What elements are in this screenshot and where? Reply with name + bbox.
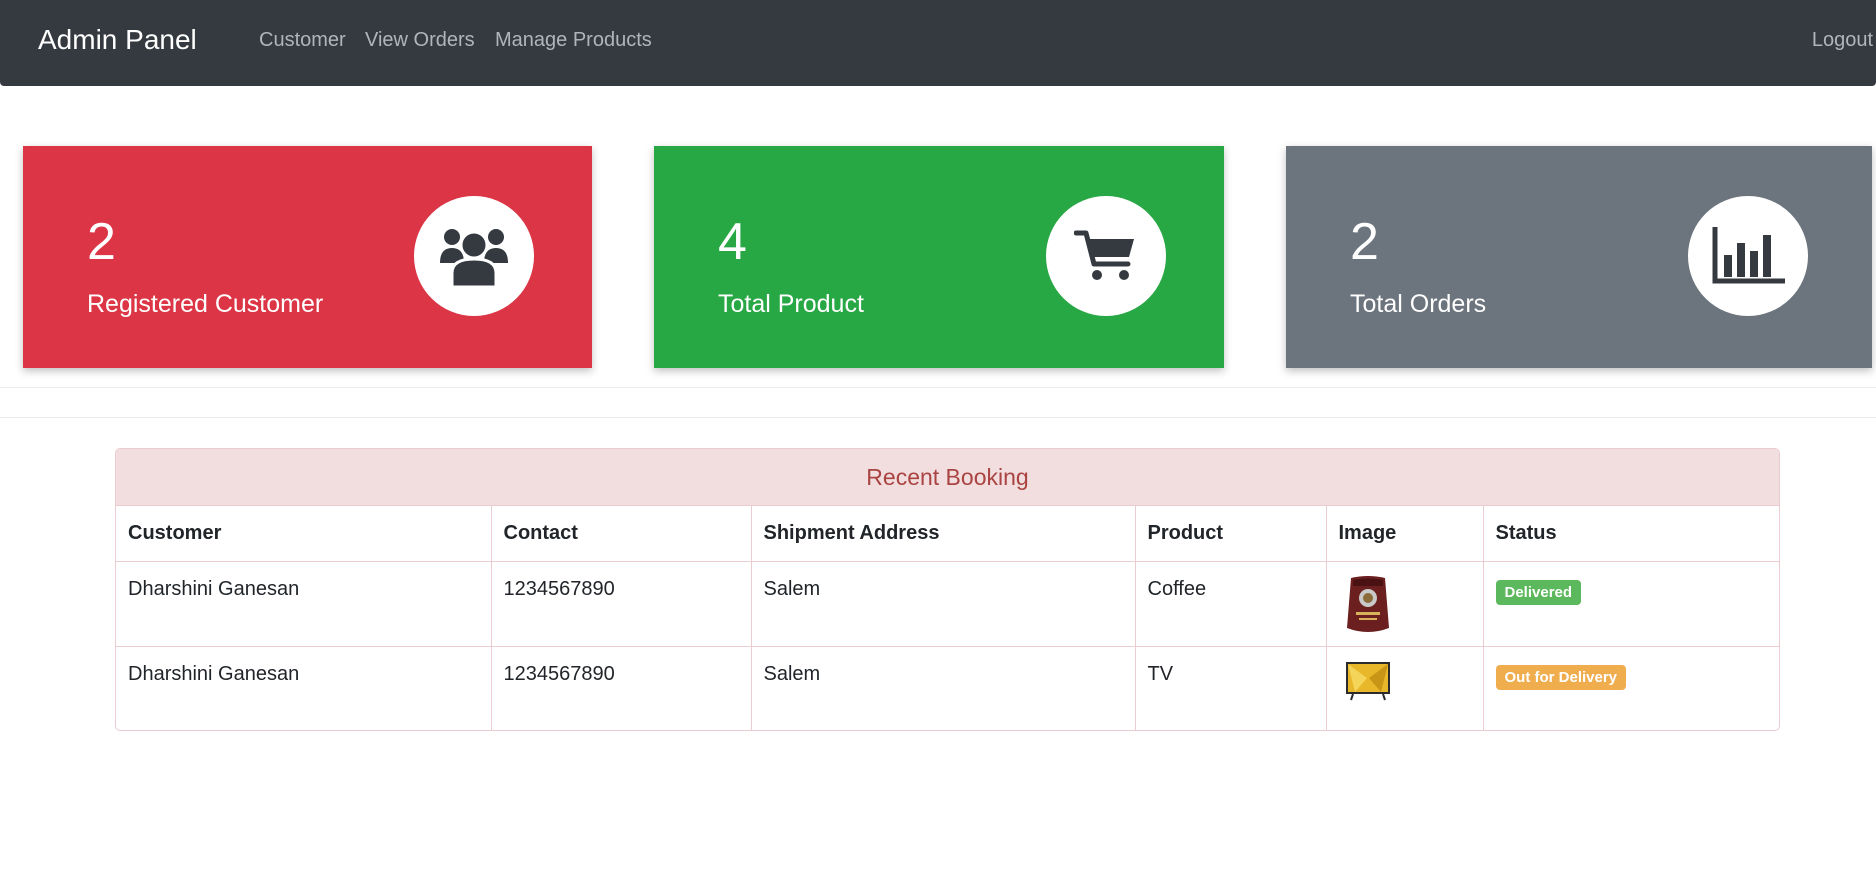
cell-image: [1326, 646, 1484, 730]
stat-icon-circle: [1688, 196, 1808, 316]
cell-status: Out for Delivery: [1483, 646, 1779, 730]
panel-title: Recent Booking: [116, 449, 1779, 506]
table-row: Dharshini Ganesan 1234567890 Salem TV Ou…: [116, 646, 1779, 730]
booking-table: Customer Contact Shipment Address Produc…: [116, 506, 1779, 730]
recent-booking-panel: Recent Booking Customer Contact Shipment…: [115, 448, 1780, 731]
col-header-product: Product: [1135, 506, 1327, 562]
cell-status: Delivered: [1483, 561, 1779, 647]
col-header-address: Shipment Address: [751, 506, 1136, 562]
cell-customer: Dharshini Ganesan: [116, 561, 492, 647]
bar-chart-icon: [1712, 227, 1785, 284]
cell-customer: Dharshini Ganesan: [116, 646, 492, 730]
brand[interactable]: Admin Panel: [38, 24, 197, 56]
cell-product: Coffee: [1135, 561, 1327, 647]
stat-card-orders: 2 Total Orders: [1286, 146, 1872, 368]
cell-product: TV: [1135, 646, 1327, 730]
cell-address: Salem: [751, 646, 1136, 730]
tv-image: [1345, 661, 1390, 700]
nav-manage-products[interactable]: Manage Products: [495, 29, 652, 52]
stat-label: Total Orders: [1350, 290, 1487, 318]
stat-icon-circle: [414, 196, 534, 316]
navbar: Admin Panel Customer View Orders Manage …: [0, 0, 1876, 86]
stat-label: Total Product: [718, 290, 864, 318]
divider: [0, 387, 1876, 388]
stat-value: 2: [87, 213, 116, 271]
stat-label: Registered Customer: [87, 290, 324, 318]
cell-image: [1326, 561, 1484, 647]
cell-contact: 1234567890: [491, 646, 752, 730]
table-row: Dharshini Ganesan 1234567890 Salem Coffe…: [116, 561, 1779, 647]
stat-card-customers: 2 Registered Customer: [23, 146, 592, 368]
nav-view-orders[interactable]: View Orders: [365, 29, 475, 52]
divider: [0, 417, 1876, 418]
stat-icon-circle: [1046, 196, 1166, 316]
cell-address: Salem: [751, 561, 1136, 647]
status-badge: Delivered: [1495, 579, 1582, 605]
coffee-pack-image: [1346, 575, 1389, 632]
status-badge: Out for Delivery: [1495, 664, 1627, 690]
col-header-customer: Customer: [116, 506, 492, 562]
stat-card-products: 4 Total Product: [654, 146, 1224, 368]
users-icon: [440, 229, 508, 289]
stat-value: 4: [718, 213, 747, 271]
cell-contact: 1234567890: [491, 561, 752, 647]
logout-link[interactable]: Logout: [1812, 29, 1873, 52]
nav-customer[interactable]: Customer: [259, 29, 346, 52]
col-header-status: Status: [1483, 506, 1779, 562]
cart-icon: [1074, 230, 1134, 280]
table-header-row: Customer Contact Shipment Address Produc…: [116, 506, 1779, 562]
col-header-image: Image: [1326, 506, 1484, 562]
col-header-contact: Contact: [491, 506, 752, 562]
stat-value: 2: [1350, 213, 1379, 271]
